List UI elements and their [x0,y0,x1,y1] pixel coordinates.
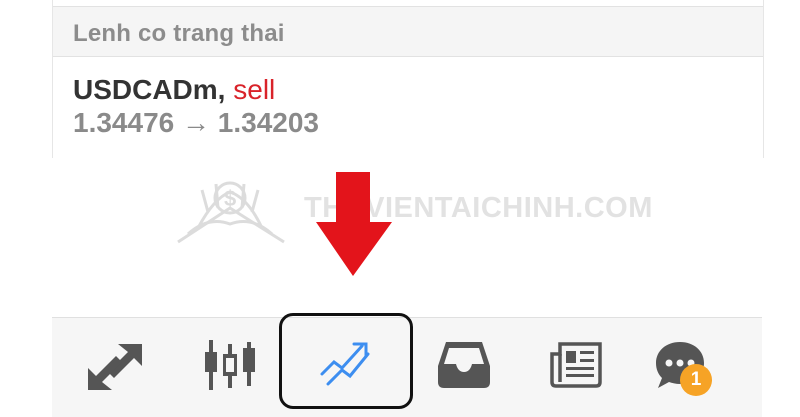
price-arrow: → [182,107,210,138]
tab-history[interactable] [406,318,524,417]
order-prices: 1.34476 → 1.34203 [73,107,319,139]
section-header: Lenh co trang thai [53,6,763,57]
order-list-item[interactable]: USDCADm, sell 1.34476 → 1.34203 [53,57,763,157]
tab-news[interactable] [524,318,642,417]
chat-unread-badge: 1 [680,364,712,396]
svg-text:$: $ [224,186,236,211]
watermark-logo-icon: $ [177,181,285,244]
order-title: USDCADm, sell [73,74,275,106]
tab-chart[interactable] [170,318,288,417]
order-type: sell [233,74,276,105]
tab-quotes[interactable] [52,318,170,417]
highlight-box [279,313,413,409]
watermark: $ THUVIENTAICHINH.COM [168,168,652,250]
candlestick-chart-icon [205,340,255,390]
order-symbol: USDCADm, [73,74,226,105]
close-price: 1.34203 [217,107,319,138]
history-inbox-icon [438,342,490,388]
annotation-arrow-icon [316,172,392,276]
quotes-icon [88,344,142,390]
section-title: Lenh co trang thai [73,20,285,47]
mt-app-screen: Lenh co trang thai USDCADm, sell 1.34476… [0,0,800,417]
history-panel: Lenh co trang thai USDCADm, sell 1.34476… [52,0,764,158]
open-price: 1.34476 [73,107,175,138]
news-icon [550,342,602,388]
